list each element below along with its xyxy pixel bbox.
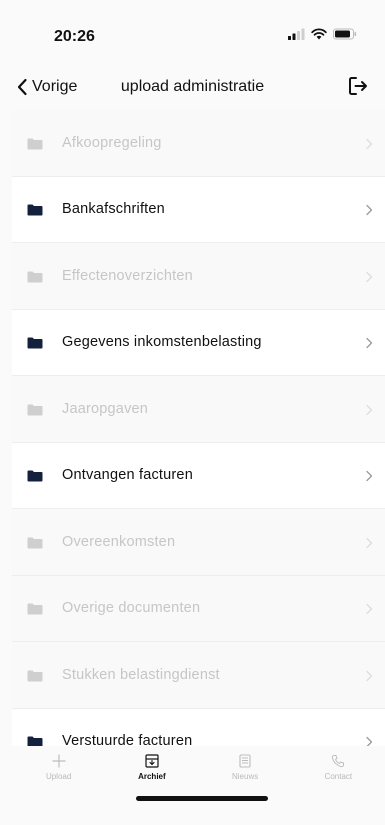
chevron-right-icon: [365, 203, 373, 221]
folder-icon: [27, 203, 43, 221]
folder-row: Overige documenten: [12, 575, 385, 642]
chevron-right-icon: [365, 669, 373, 687]
signal-icon: [288, 28, 305, 40]
folder-row[interactable]: Gegevens inkomstenbelasting: [12, 309, 385, 376]
tab-nieuws[interactable]: Nieuws: [199, 746, 292, 796]
folder-label: Ontvangen facturen: [62, 467, 193, 484]
tab-contact[interactable]: Contact: [292, 746, 385, 796]
back-button[interactable]: Vorige: [16, 62, 77, 112]
folder-label: Gegevens inkomstenbelasting: [62, 334, 262, 351]
folder-row[interactable]: Bankafschriften: [12, 176, 385, 243]
tab-nieuws-label: Nieuws: [232, 772, 259, 781]
tab-archief[interactable]: Archief: [105, 746, 198, 796]
home-indicator: [136, 796, 268, 801]
logout-icon: [349, 77, 367, 95]
archive-icon: [145, 754, 159, 768]
tab-upload-label: Upload: [45, 772, 72, 781]
news-icon: [239, 754, 251, 768]
tab-bar: Upload Archief Nieuws Contact: [12, 746, 385, 796]
folder-row: Overeenkomsten: [12, 509, 385, 576]
back-label: Vorige: [32, 78, 78, 95]
folder-icon: [27, 137, 43, 155]
chevron-right-icon: [365, 602, 373, 620]
folder-icon: [27, 270, 43, 288]
folder-icon: [27, 602, 43, 620]
chevron-right-icon: [365, 270, 373, 288]
chevron-left-icon: [17, 78, 27, 96]
tab-contact-label: Contact: [324, 772, 353, 781]
folder-row[interactable]: Ontvangen facturen: [12, 442, 385, 509]
folder-row: Afkoopregeling: [12, 110, 385, 177]
phone-icon: [332, 755, 345, 768]
tab-archief-label: Archief: [138, 772, 166, 781]
logout-button[interactable]: [347, 75, 369, 102]
folder-icon: [27, 536, 43, 554]
folder-label: Stukken belastingdienst: [62, 666, 220, 683]
chevron-right-icon: [365, 403, 373, 421]
status-time: 20:26: [54, 28, 95, 45]
folder-row: Jaaropgaven: [12, 376, 385, 443]
battery-icon: [333, 28, 357, 40]
app-screen: 20:26 Vorige upload administratie Afkoop…: [0, 0, 385, 825]
folder-label: Bankafschriften: [62, 201, 165, 218]
folder-icon: [27, 403, 43, 421]
navigation-bar: Vorige upload administratie: [0, 62, 385, 112]
folder-row: Effectenoverzichten: [12, 243, 385, 310]
folder-row: Stukken belastingdienst: [12, 642, 385, 709]
folder-icon: [27, 336, 43, 354]
folder-label: Afkoopregeling: [62, 134, 162, 151]
folder-label: Jaaropgaven: [62, 400, 149, 417]
chevron-right-icon: [365, 137, 373, 155]
folder-label: Overeenkomsten: [62, 533, 176, 550]
chevron-right-icon: [365, 336, 373, 354]
folder-icon: [27, 469, 43, 487]
wifi-icon: [311, 28, 327, 40]
tab-upload[interactable]: Upload: [12, 746, 105, 796]
status-icons: [287, 28, 357, 40]
plus-icon: [52, 754, 66, 768]
chevron-right-icon: [365, 469, 373, 487]
folder-label: Effectenoverzichten: [62, 267, 193, 284]
folder-icon: [27, 669, 43, 687]
folder-list: Afkoopregeling Bankafschriften Effectenove…: [12, 110, 385, 775]
chevron-right-icon: [365, 536, 373, 554]
folder-label: Overige documenten: [62, 600, 201, 617]
